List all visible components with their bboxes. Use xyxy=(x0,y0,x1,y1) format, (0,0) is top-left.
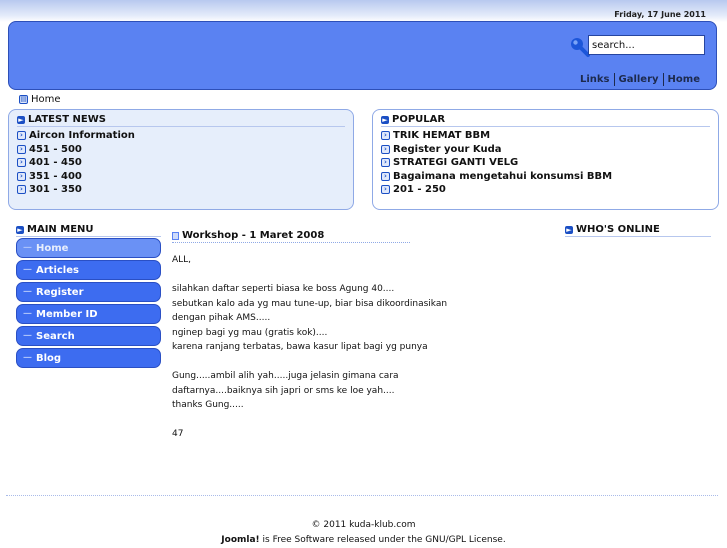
arrow-right-icon: › xyxy=(381,185,390,195)
latest-news-title: ► LATEST NEWS xyxy=(17,114,345,127)
popular-box: ► POPULAR › TRIK HEMAT BBM › Register your… xyxy=(372,109,719,210)
nav-gallery[interactable]: Gallery xyxy=(615,74,663,85)
list-item[interactable]: › 351 - 400 xyxy=(17,170,345,184)
footer-divider xyxy=(6,495,718,496)
dash-icon: — xyxy=(23,287,32,297)
article-line: karena ranjang terbatas, bawa kasur lipa… xyxy=(172,342,428,352)
article-line: thanks Gung..... xyxy=(172,400,244,410)
menu-item-home[interactable]: — Home xyxy=(16,238,161,258)
dash-icon: — xyxy=(23,353,32,363)
arrow-right-icon: ► xyxy=(17,115,25,124)
list-item[interactable]: › 201 - 250 xyxy=(381,183,710,197)
article-line: ALL, xyxy=(172,255,192,265)
dash-icon: — xyxy=(23,265,32,275)
dash-icon: — xyxy=(23,243,32,253)
breadcrumb: ▤ Home xyxy=(19,94,61,105)
latest-news-box: ► LATEST NEWS › Aircon Information › 451 -… xyxy=(8,109,354,210)
breadcrumb-home[interactable]: Home xyxy=(31,94,61,105)
arrow-right-icon: › xyxy=(17,144,26,154)
list-item[interactable]: › STRATEGI GANTI VELG xyxy=(381,156,710,170)
popular-title: ► POPULAR xyxy=(381,114,710,127)
arrow-right-icon: ► xyxy=(16,225,24,234)
menu-item-articles[interactable]: — Articles xyxy=(16,260,161,280)
joomla-link[interactable]: Joomla! xyxy=(221,535,259,545)
article-line: daftarnya....baiknya sih japri or sms ke… xyxy=(172,385,395,396)
top-nav: Links Gallery Home xyxy=(576,73,704,86)
search-icon[interactable] xyxy=(568,36,590,58)
footer-copyright: © 2011 kuda-klub.com xyxy=(311,520,416,530)
article-body: ALL, silahkan daftar seperti biasa ke bo… xyxy=(172,253,472,442)
list-item[interactable]: › 401 - 450 xyxy=(17,156,345,170)
list-item[interactable]: › Aircon Information xyxy=(17,129,345,143)
arrow-right-icon: › xyxy=(17,158,26,168)
arrow-right-icon: › xyxy=(17,171,26,181)
article-icon xyxy=(172,231,179,240)
article-line: Gung.....ambil alih yah.....juga jelasin… xyxy=(172,371,399,381)
article-title: Workshop - 1 Maret 2008 xyxy=(172,230,410,243)
main-menu: — Home — Articles — Register — Member ID — Se… xyxy=(16,238,161,370)
menu-item-member-id[interactable]: — Member ID xyxy=(16,304,161,324)
current-date: Friday, 17 June 2011 xyxy=(614,10,706,19)
list-item[interactable]: › 301 - 350 xyxy=(17,183,345,197)
arrow-right-icon: ► xyxy=(381,115,389,124)
article-line: nginep bagi yg mau (gratis kok).... xyxy=(172,327,328,338)
arrow-right-icon: › xyxy=(17,131,26,141)
arrow-right-icon: › xyxy=(381,131,390,141)
main-menu-title: ► MAIN MENU xyxy=(16,224,161,237)
arrow-right-icon: ► xyxy=(565,225,573,234)
arrow-right-icon: › xyxy=(381,144,390,154)
article-line: dengan pihak AMS..... xyxy=(172,313,271,323)
article-line: sebutkan kalo ada yg mau tune-up, biar b… xyxy=(172,298,448,309)
menu-item-register[interactable]: — Register xyxy=(16,282,161,302)
list-item[interactable]: › 451 - 500 xyxy=(17,143,345,157)
arrow-right-icon: › xyxy=(381,158,390,168)
search-input[interactable] xyxy=(588,35,705,55)
home-icon: ▤ xyxy=(19,95,28,104)
list-item[interactable]: › Register your Kuda xyxy=(381,143,710,157)
nav-home[interactable]: Home xyxy=(664,74,704,85)
whos-online-title: ► WHO'S ONLINE xyxy=(565,224,711,237)
list-item[interactable]: › TRIK HEMAT BBM xyxy=(381,129,710,143)
menu-item-blog[interactable]: — Blog xyxy=(16,348,161,368)
arrow-right-icon: › xyxy=(17,185,26,195)
site-header: Links Gallery Home xyxy=(8,21,717,90)
footer-license: Joomla! is Free Software released under … xyxy=(221,535,506,545)
dash-icon: — xyxy=(23,331,32,341)
article-line: silahkan daftar seperti biasa ke boss Ag… xyxy=(172,284,395,294)
menu-item-search[interactable]: — Search xyxy=(16,326,161,346)
list-item[interactable]: › Bagaimana mengetahui konsumsi BBM xyxy=(381,170,710,184)
nav-links[interactable]: Links xyxy=(576,74,614,85)
dash-icon: — xyxy=(23,309,32,319)
footer: © 2011 kuda-klub.com Joomla! is Free Sof… xyxy=(0,518,727,548)
article-hits: 47 xyxy=(172,429,184,439)
arrow-right-icon: › xyxy=(381,171,390,181)
